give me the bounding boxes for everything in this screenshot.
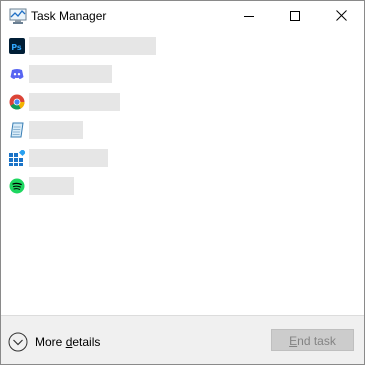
process-row[interactable]: [1, 60, 364, 88]
process-name-placeholder: [29, 177, 74, 195]
close-icon: [335, 8, 347, 26]
more-details-suffix: etails: [72, 335, 101, 349]
window-title: Task Manager: [31, 9, 107, 23]
process-name-placeholder: [29, 65, 112, 83]
discord-icon: [9, 66, 25, 82]
process-row[interactable]: Ps: [1, 32, 364, 60]
photoshop-icon: Ps: [9, 38, 25, 54]
svg-text:Ps: Ps: [11, 43, 22, 52]
close-button[interactable]: [318, 1, 364, 32]
notepad-icon: [9, 122, 25, 138]
calculator-app-icon: [9, 148, 27, 166]
process-row[interactable]: [1, 88, 364, 116]
chrome-icon: [9, 94, 25, 110]
process-row[interactable]: [1, 172, 364, 200]
process-row[interactable]: [1, 116, 364, 144]
minimize-icon: [244, 8, 254, 26]
process-row[interactable]: [1, 144, 364, 172]
process-name-placeholder: [29, 93, 120, 111]
title-bar[interactable]: Task Manager: [1, 1, 364, 32]
task-manager-icon: [9, 8, 27, 25]
minimize-button[interactable]: [226, 1, 272, 32]
maximize-icon: [290, 8, 300, 26]
more-details-toggle[interactable]: More details: [8, 331, 108, 353]
footer-bar: More details End task: [1, 315, 364, 364]
process-name-placeholder: [29, 37, 156, 55]
end-task-label: nd task: [297, 334, 336, 348]
process-name-placeholder: [29, 149, 108, 167]
chevron-down-icon: [8, 332, 28, 352]
process-name-placeholder: [29, 121, 83, 139]
end-task-accel: E: [289, 334, 298, 348]
more-details-prefix: More: [35, 335, 66, 349]
task-manager-window: Task Manager Ps More details End task: [0, 0, 365, 365]
more-details-label: More details: [35, 335, 100, 349]
spotify-icon: [9, 178, 25, 194]
maximize-button[interactable]: [272, 1, 318, 32]
end-task-button[interactable]: End task: [271, 329, 354, 351]
